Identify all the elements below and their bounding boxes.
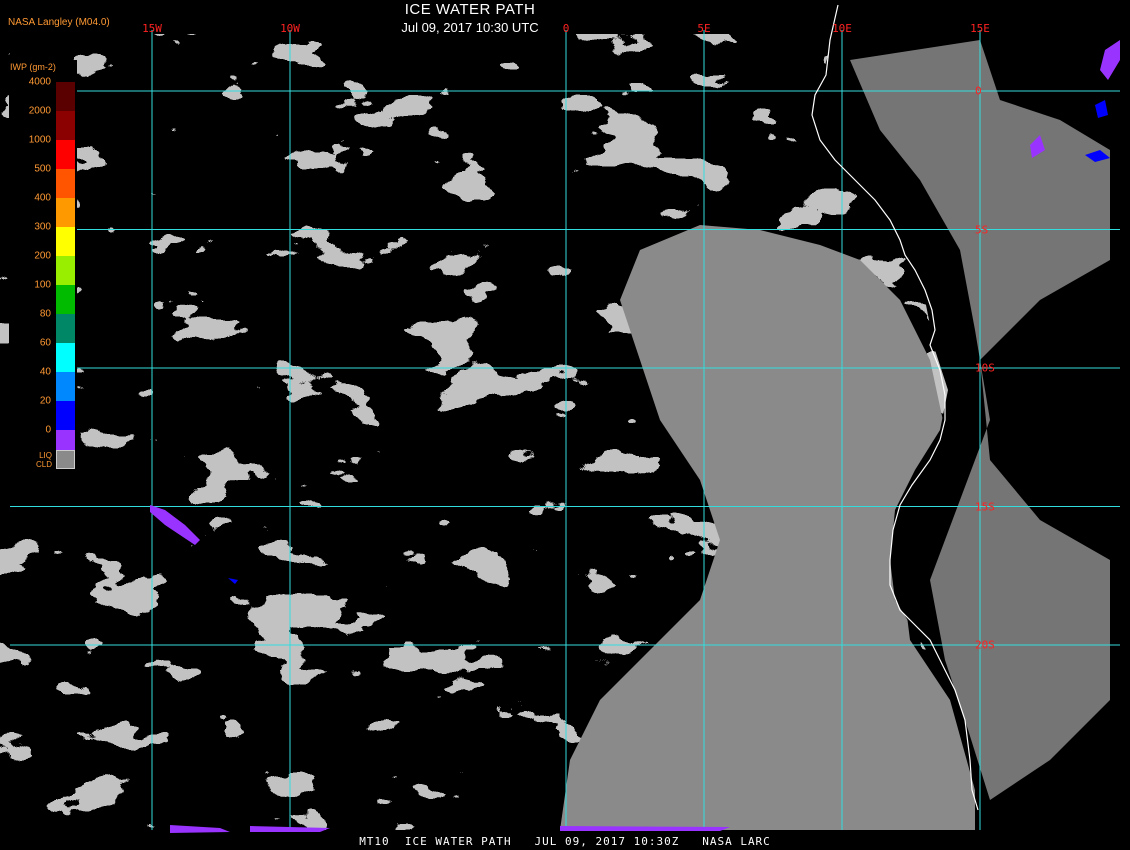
- liquid-cloud-swatch: [56, 450, 75, 469]
- legend-tick-label: 2000: [28, 105, 51, 117]
- footer-caption: MT10 ICE WATER PATH JUL 09, 2017 10:30Z …: [359, 835, 771, 848]
- legend-tick-label: 400: [34, 192, 51, 204]
- legend-tick-label: 1000: [28, 134, 51, 146]
- legend-swatch: [56, 111, 75, 140]
- ice-water-path-map: [0, 0, 1130, 850]
- legend-tick-label: 0: [45, 424, 51, 436]
- liq-label-line2: CLD: [35, 460, 52, 469]
- legend-swatch: [56, 343, 75, 372]
- legend-swatch: [56, 285, 75, 314]
- legend-tick-label: 40: [39, 366, 51, 378]
- color-legend: IWP (gm-2) 4000 2000 1000 500 400 300 200 100 80…: [9, 60, 77, 486]
- lon-label: 15W: [142, 22, 162, 35]
- map-timestamp: Jul 09, 2017 10:30 UTC: [401, 20, 539, 35]
- lat-label: 5S: [975, 223, 989, 236]
- lat-label: 15S: [975, 500, 995, 513]
- legend-tick-label: 100: [34, 279, 51, 291]
- legend-tick-label: 60: [39, 337, 51, 349]
- legend-swatch: [56, 198, 75, 227]
- legend-swatch: [56, 401, 75, 430]
- legend-swatch: [56, 256, 75, 285]
- legend-tick-label: 300: [34, 221, 51, 233]
- legend-swatch: [56, 314, 75, 343]
- lon-label: 15E: [970, 22, 990, 35]
- legend-swatch: [56, 169, 75, 198]
- legend-tick-label: 500: [34, 163, 51, 175]
- legend-swatch: [56, 140, 75, 169]
- lat-label: 20S: [975, 638, 995, 652]
- producer-label: NASA Langley (M04.0): [8, 17, 110, 28]
- legend-tick-label: 20: [39, 395, 51, 407]
- lat-label: 10S: [975, 361, 995, 375]
- lon-label: 10E: [832, 22, 852, 35]
- liquid-cloud-label: LIQ CLD: [10, 451, 52, 469]
- legend-tick-label: 200: [34, 250, 51, 262]
- legend-swatch: [56, 82, 75, 111]
- lon-label: 0: [562, 22, 570, 35]
- lon-label: 10W: [280, 22, 300, 35]
- legend-swatch: [56, 227, 75, 256]
- map-title: ICE WATER PATH: [404, 1, 536, 18]
- legend-tick-label: 80: [39, 308, 51, 320]
- lat-label: 0: [975, 84, 982, 98]
- legend-swatch: [56, 372, 75, 401]
- legend-title: IWP (gm-2): [10, 62, 56, 72]
- liq-label-line1: LIQ: [39, 451, 52, 460]
- legend-tick-label: 4000: [28, 76, 51, 88]
- lon-label: 5E: [697, 22, 711, 35]
